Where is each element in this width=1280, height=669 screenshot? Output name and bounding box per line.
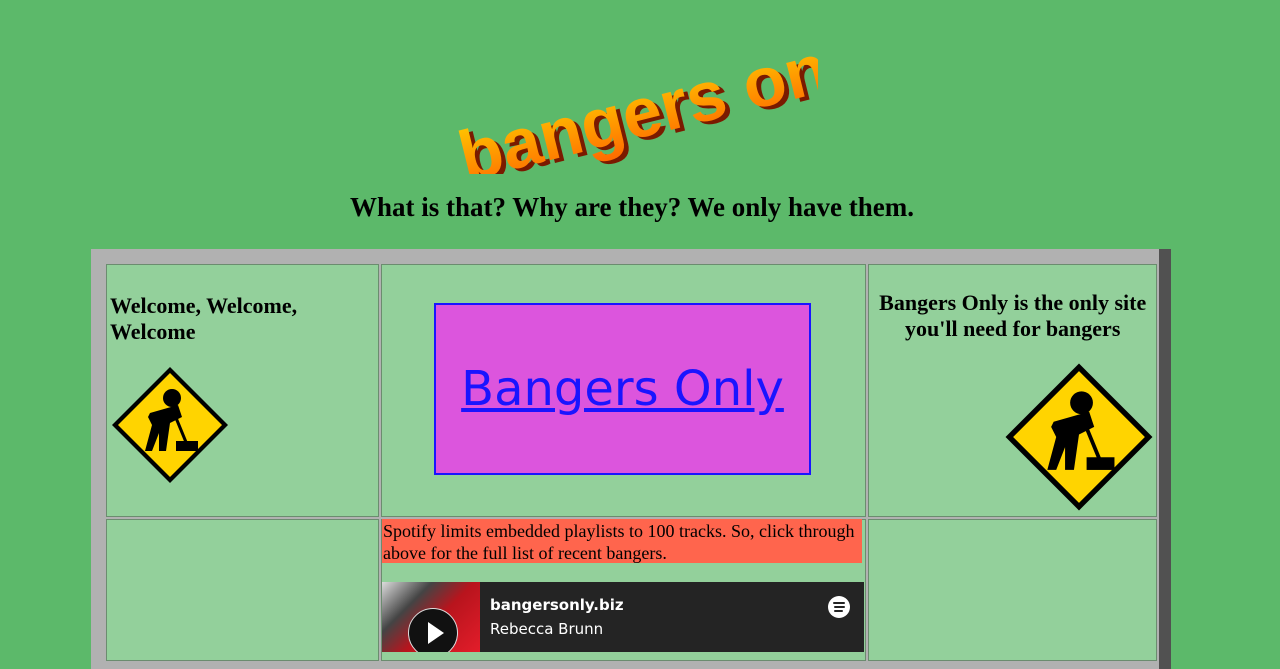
spotify-limit-notice: Spotify limits embedded playlists to 100… bbox=[382, 519, 862, 563]
left-cell: Welcome, Welcome, Welcome bbox=[106, 264, 379, 517]
bangers-link-box: Bangers Only bbox=[434, 303, 811, 475]
page-tagline: What is that? Why are they? We only have… bbox=[349, 192, 915, 222]
site-description: Bangers Only is the only site you'll nee… bbox=[879, 290, 1147, 341]
construction-worker-sign-icon bbox=[112, 367, 228, 483]
play-button[interactable] bbox=[408, 608, 458, 652]
site-logo: bangers only bangers only bbox=[451, 14, 818, 174]
playlist-title[interactable]: bangersonly.biz bbox=[490, 596, 624, 614]
logo-text: bangers only bbox=[451, 14, 818, 174]
construction-worker-sign-icon bbox=[1005, 363, 1153, 511]
spotify-icon[interactable] bbox=[828, 596, 850, 618]
welcome-text: Welcome, Welcome, Welcome bbox=[110, 293, 298, 344]
bangers-only-link[interactable]: Bangers Only bbox=[461, 361, 784, 417]
spotify-embed-player[interactable]: bangersonly.biz Rebecca Brunn bbox=[382, 582, 864, 652]
track-artist[interactable]: Rebecca Brunn bbox=[490, 620, 603, 638]
